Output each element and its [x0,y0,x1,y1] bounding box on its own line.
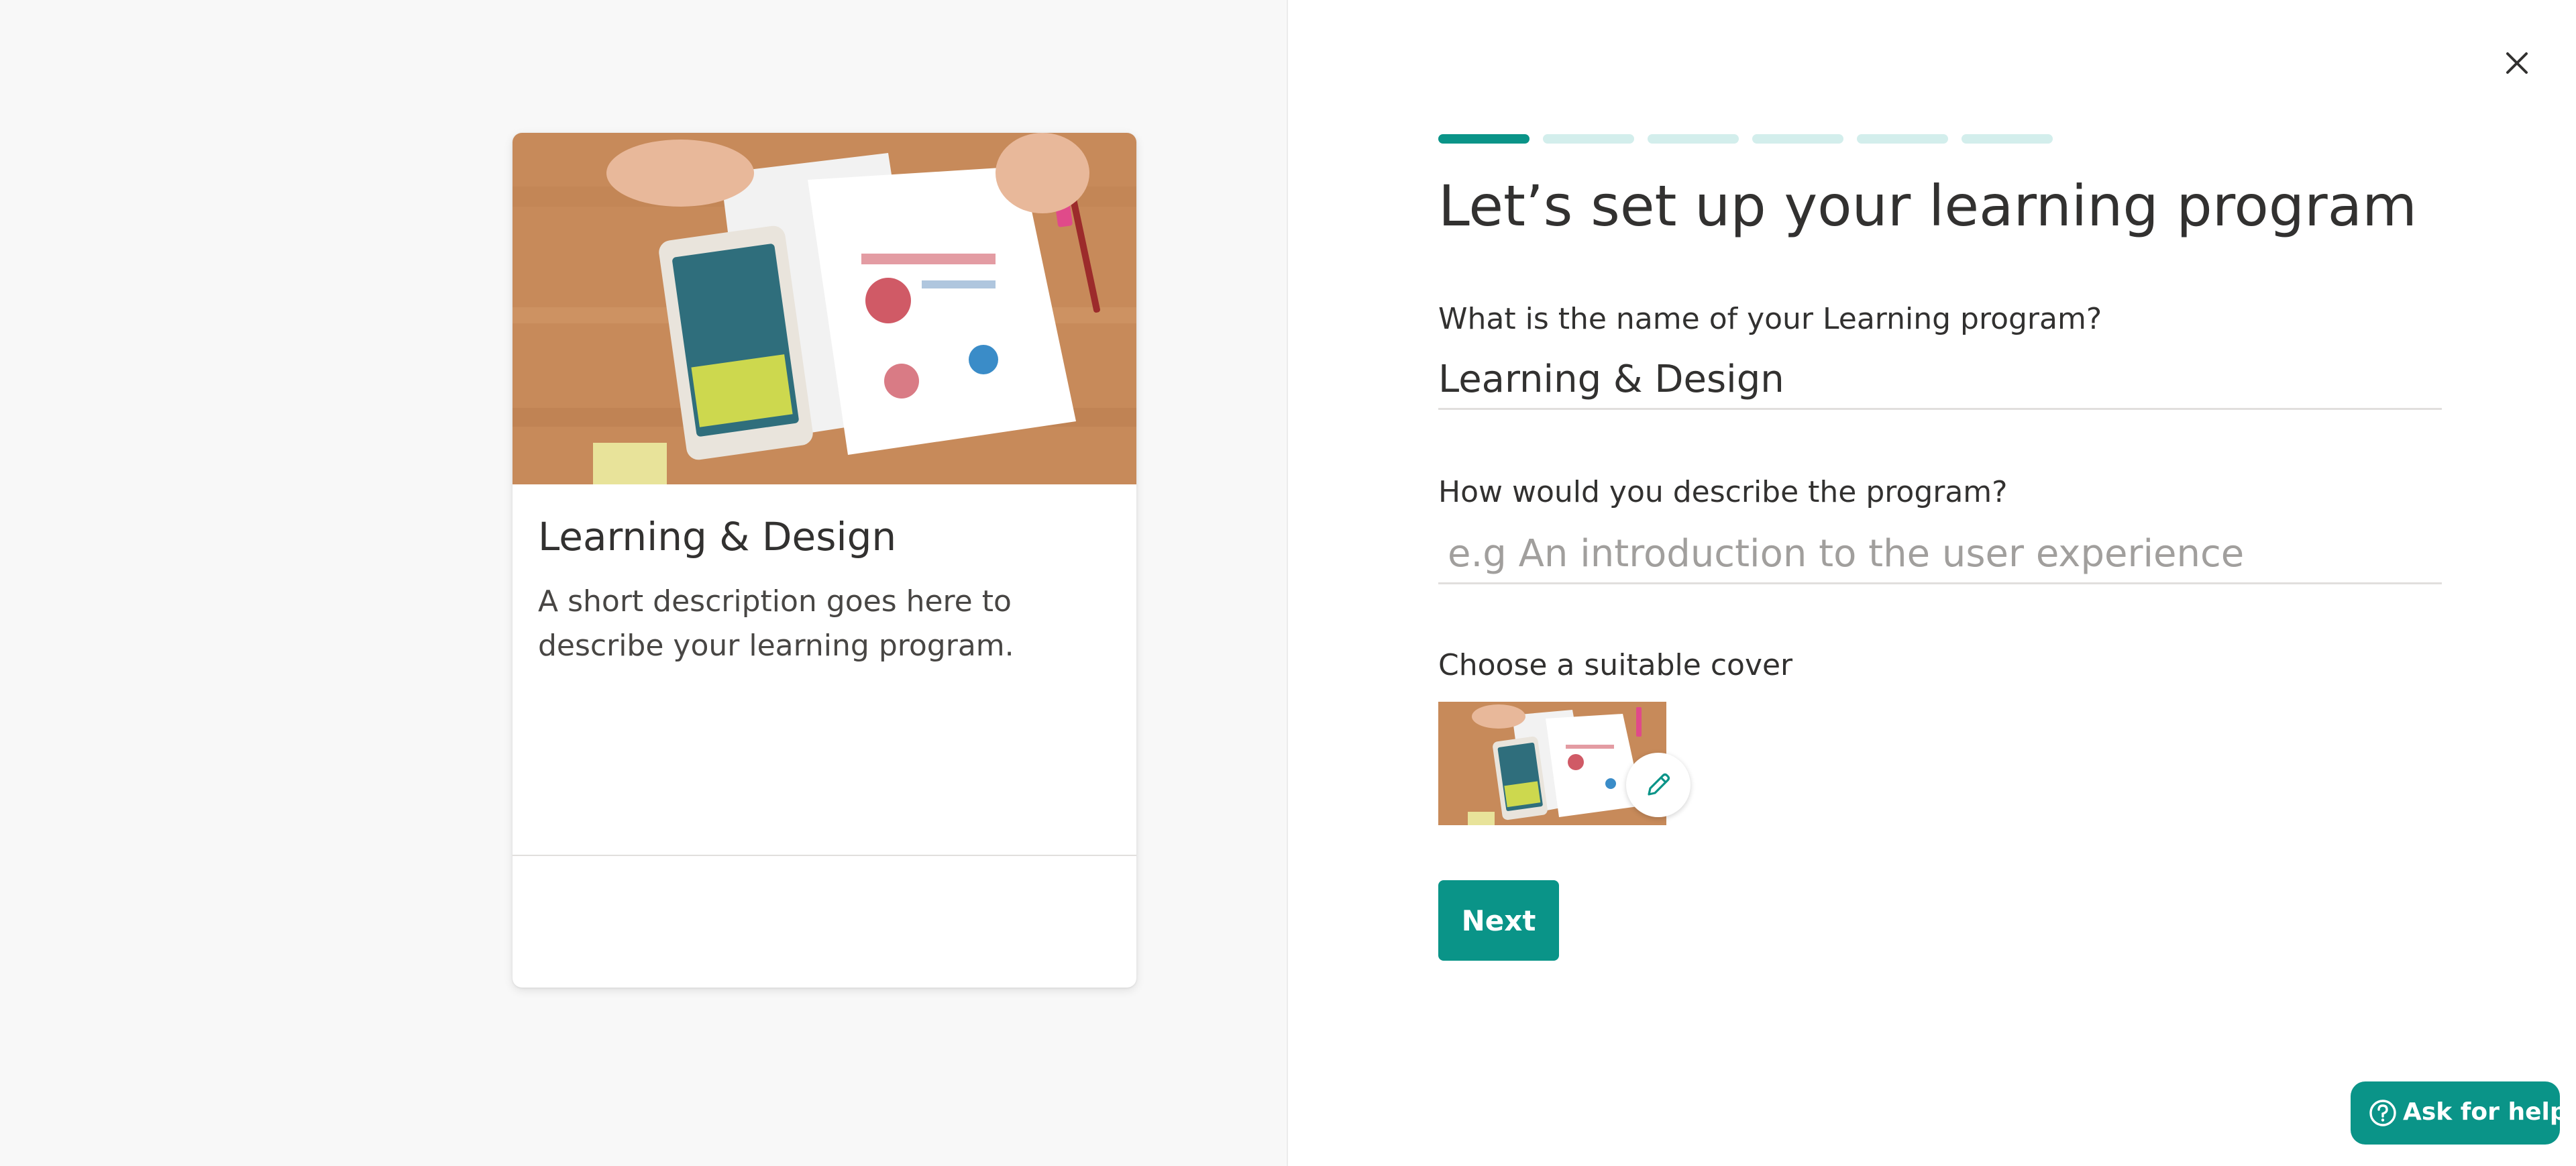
ask-for-help-button[interactable]: Ask for help [2351,1081,2567,1145]
ask-for-help-label: Ask for help [2403,1098,2567,1126]
next-button[interactable]: Next [1438,880,1559,961]
program-description-label: How would you describe the program? [1438,475,2008,509]
pencil-icon [1648,773,1670,796]
close-icon [2506,52,2528,74]
step-5 [1857,134,1948,144]
cover-label: Choose a suitable cover [1438,648,1793,682]
program-preview-card: Learning & Design A short description go… [513,133,1136,988]
close-button[interactable] [2496,42,2538,85]
step-4 [1752,134,1843,144]
step-6 [1962,134,2053,144]
program-description-input[interactable] [1438,525,2442,584]
cover-thumbnail-image [1438,702,1666,825]
cover-thumbnail[interactable] [1438,702,1666,825]
question-circle-icon [2369,1100,2396,1126]
preview-title: Learning & Design [538,514,897,560]
program-name-input[interactable] [1438,350,2442,410]
program-name-label: What is the name of your Learning progra… [1438,302,2102,336]
progress-steps [1438,134,2053,144]
card-divider [513,855,1136,856]
step-2 [1543,134,1634,144]
preview-description: A short description goes here to describ… [538,584,1014,663]
page-title: Let’s set up your learning program [1438,173,2417,239]
step-1 [1438,134,1529,144]
cover-image [513,133,1136,484]
step-3 [1648,134,1739,144]
preview-pane: Learning & Design A short description go… [0,0,1287,1166]
edit-cover-button[interactable] [1626,753,1690,817]
